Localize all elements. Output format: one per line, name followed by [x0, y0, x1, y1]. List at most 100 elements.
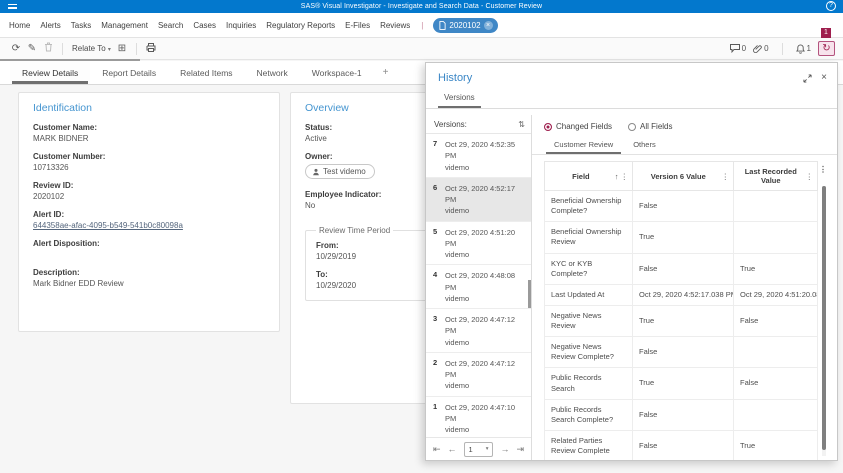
scrollbar-thumb[interactable] [822, 186, 826, 450]
column-options-icon[interactable]: ⋮ [819, 165, 827, 174]
tab-related-items[interactable]: Related Items [168, 61, 244, 84]
tabstrip-scrollbar[interactable] [0, 59, 140, 61]
history-button[interactable]: ↻ [818, 41, 835, 56]
notification-badge[interactable]: 1 [821, 28, 831, 38]
notifications-button[interactable]: 1 [795, 43, 811, 54]
nav-item-cases[interactable]: Cases [192, 19, 217, 32]
history-header: History × [426, 63, 837, 86]
field-alert-id-: Alert ID: 644358ae-afac-4095-b549-541b0c8… [33, 210, 265, 230]
print-icon[interactable] [143, 42, 159, 55]
help-icon[interactable]: ? [826, 1, 836, 11]
nav-item-inquiries[interactable]: Inquiries [225, 19, 257, 32]
version-number: 6 [433, 182, 438, 192]
attachments-count: 0 [764, 44, 769, 53]
field-cell: Negative News Review [544, 304, 633, 338]
version-number: 7 [433, 139, 438, 148]
table-row: Public Records Search True False [544, 367, 818, 400]
entity-tab-2020102[interactable]: 2020102 × [433, 17, 498, 33]
version-text: Oct 29, 2020 4:52:35 PM videmo [445, 139, 528, 173]
table-row: Beneficial Ownership Review True [544, 221, 818, 254]
table-row: Beneficial Ownership Complete? False [544, 189, 818, 223]
version-item-7[interactable]: 7 Oct 29, 2020 4:52:35 PM videmo [426, 134, 531, 178]
toolbar-right-group: 0 0 1 ↻ [729, 41, 835, 56]
next-page-icon[interactable]: → [500, 444, 509, 454]
relate-to-button[interactable]: Relate To ▾ [69, 44, 114, 53]
column-header-version-value[interactable]: Version 6 Value ⋮ [632, 161, 734, 191]
tab-workspace-1[interactable]: Workspace-1 [300, 61, 374, 84]
nav-item-tasks[interactable]: Tasks [70, 19, 92, 32]
close-icon[interactable]: × [821, 73, 827, 83]
divider [135, 42, 137, 55]
version-value-cell: True [632, 367, 734, 400]
version-item-6[interactable]: 6 Oct 29, 2020 4:52:17 PM videmo [426, 177, 531, 222]
radio-all-fields[interactable]: All Fields [628, 122, 673, 131]
version-time: Oct 29, 2020 4:52:35 PM [445, 140, 516, 161]
field-label: Customer Name: [33, 123, 98, 132]
version-text: Oct 29, 2020 4:47:12 PM videmo [445, 358, 528, 392]
nav-item-search[interactable]: Search [157, 19, 184, 32]
field-cell: Beneficial Ownership Review [544, 221, 633, 254]
version-item-5[interactable]: 5 Oct 29, 2020 4:51:20 PM videmo [426, 222, 531, 266]
column-header-last-value[interactable]: Last Recorded Value ⋮ [733, 161, 818, 191]
entity-tab-label: 2020102 [449, 20, 481, 30]
alert-id-link[interactable]: 644358ae-afac-4095-b549-541b0c80098a [33, 221, 265, 230]
expand-icon[interactable] [803, 73, 812, 83]
comments-button[interactable]: 0 [729, 44, 746, 53]
history-table-body: Beneficial Ownership Complete? False Benef… [544, 189, 818, 460]
page-tabstrip-tabs: Review Details Report Details Related Item… [10, 61, 374, 84]
column-header-field[interactable]: Field ↑ ⋮ [544, 161, 633, 191]
history-body: Versions: ⇅ 7 Oct 29, 2020 4:52:35 PM vide… [426, 115, 837, 460]
versions-label: Versions: [434, 120, 467, 129]
close-icon[interactable]: × [483, 20, 493, 30]
refresh-icon[interactable]: ⟳ [8, 43, 24, 54]
field-review-id-: Review ID: 2020102 [33, 181, 265, 201]
sort-icon[interactable]: ⇅ [518, 120, 525, 129]
versions-scrollbar[interactable] [528, 280, 531, 308]
history-tab-others[interactable]: Others [623, 136, 666, 154]
versions-column: Versions: ⇅ 7 Oct 29, 2020 4:52:35 PM vide… [426, 115, 532, 460]
tab-network[interactable]: Network [245, 61, 300, 84]
network-diagram-icon[interactable]: ⊞ [114, 43, 130, 54]
version-item-3[interactable]: 3 Oct 29, 2020 4:47:12 PM videmo [426, 309, 531, 353]
last-value-cell: False [733, 304, 818, 338]
notifications-count: 1 [806, 44, 811, 53]
nav-item-alerts[interactable]: Alerts [39, 19, 61, 32]
version-item-1[interactable]: 1 Oct 29, 2020 4:47:10 PM videmo [426, 397, 531, 438]
column-menu-icon[interactable]: ⋮ [721, 172, 731, 181]
nav-item-e-files[interactable]: E-Files [344, 19, 371, 32]
table-scrollbar[interactable] [822, 186, 826, 456]
attachments-button[interactable]: 0 [753, 44, 769, 54]
edit-icon[interactable]: ✎ [24, 43, 40, 54]
version-user: videmo [445, 425, 470, 434]
field-cell: Related Parties Review Complete [544, 429, 633, 460]
entity-toolbar: ⟳ ✎ Relate To ▾ ⊞ 0 0 1 ↻ [0, 38, 843, 60]
page-select[interactable]: 1 ▾ [463, 441, 494, 457]
add-tab-icon[interactable]: + [374, 61, 398, 84]
version-item-2[interactable]: 2 Oct 29, 2020 4:47:12 PM videmo [426, 353, 531, 397]
version-list: 7 Oct 29, 2020 4:52:35 PM videmo 6 Oct 29, 2… [426, 133, 531, 437]
radio-changed-fields[interactable]: Changed Fields [544, 122, 612, 131]
nav-item-management[interactable]: Management [100, 19, 149, 32]
version-item-4[interactable]: 4 Oct 29, 2020 4:48:08 PM videmo [426, 265, 531, 309]
versions-header: Versions: ⇅ [426, 115, 531, 133]
tab-report-details[interactable]: Report Details [90, 61, 168, 84]
version-user: videmo [445, 293, 470, 303]
review-time-period: Review Time Period From: 10/29/2019 To: … [305, 225, 433, 301]
nav-item-home[interactable]: Home [8, 19, 31, 32]
radio-unselected-icon [628, 122, 637, 131]
first-page-icon[interactable]: ⇤ [433, 444, 441, 455]
column-menu-icon[interactable]: ⋮ [620, 172, 630, 181]
divider [62, 42, 63, 55]
tab-review-details[interactable]: Review Details [10, 61, 91, 84]
previous-page-icon[interactable]: ← [448, 444, 457, 454]
nav-item-reviews[interactable]: Reviews [379, 19, 411, 32]
history-tab-customer-review[interactable]: Customer Review [544, 136, 623, 154]
column-menu-icon[interactable]: ⋮ [805, 172, 815, 181]
tab-versions[interactable]: Versions [438, 90, 481, 108]
last-page-icon[interactable]: ⇥ [516, 444, 524, 455]
document-icon [439, 20, 446, 30]
nav-item-regulatory-reports[interactable]: Regulatory Reports [265, 19, 336, 32]
owner-pill[interactable]: Test videmo [305, 164, 375, 179]
version-value-cell: False [632, 398, 734, 431]
history-subtabs: Customer Review Others [532, 136, 837, 155]
